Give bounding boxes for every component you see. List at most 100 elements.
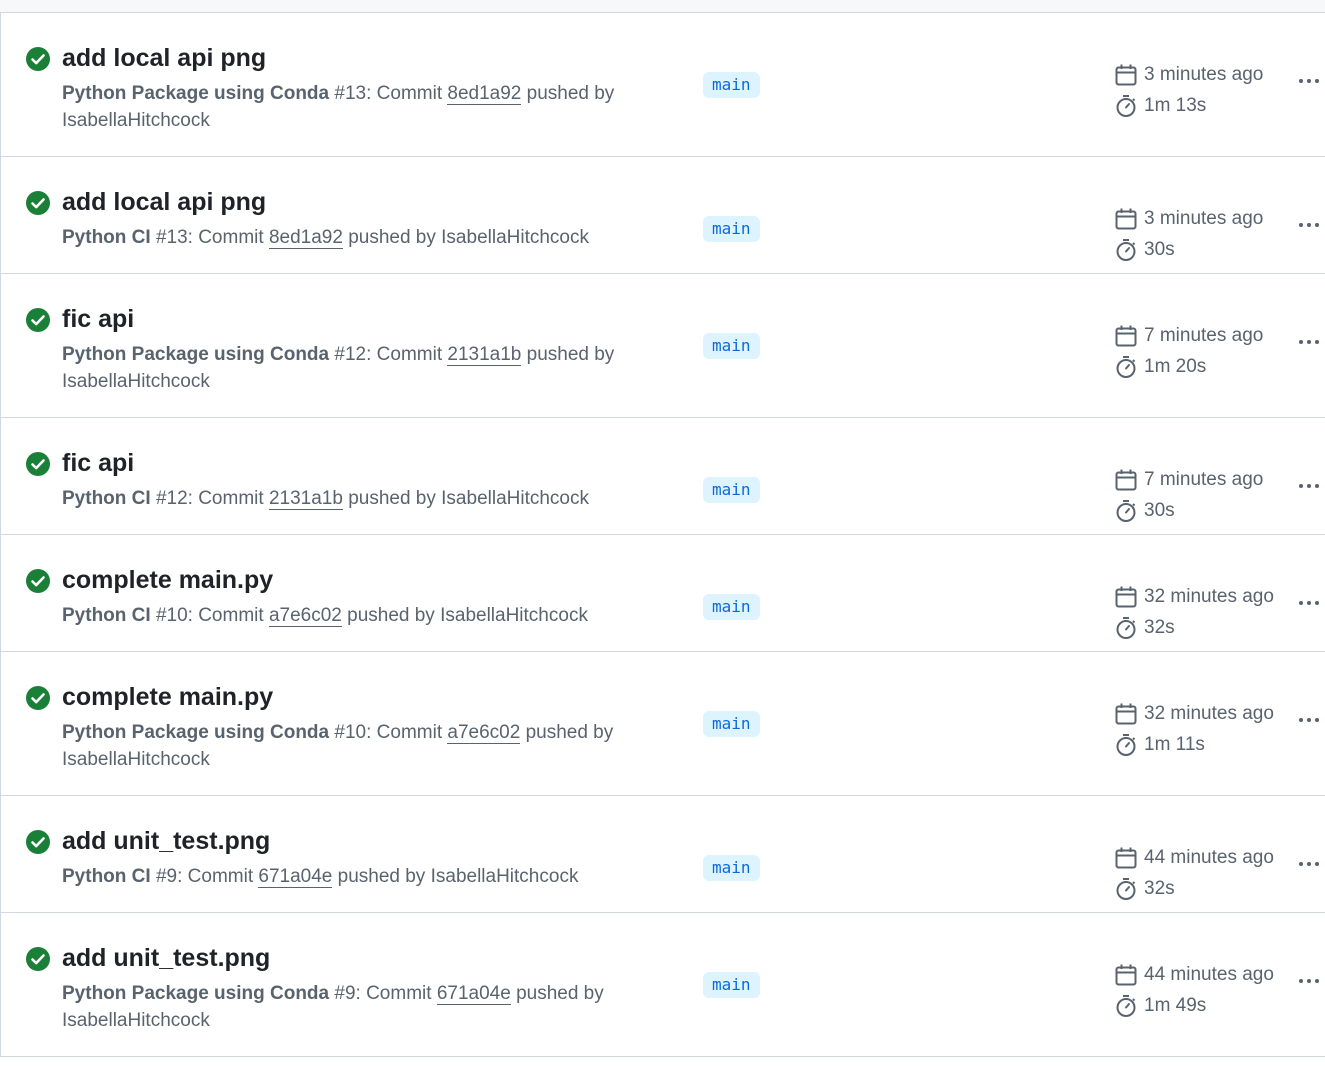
run-meta: Python CI #10: Commit a7e6c02 pushed by … xyxy=(62,602,622,629)
run-title-link[interactable]: add local api png xyxy=(62,186,266,218)
run-number: #12 xyxy=(155,488,188,509)
run-age: 3 minutes ago xyxy=(1144,207,1264,229)
commit-sha-link[interactable]: 671a04e xyxy=(258,866,333,888)
run-duration: 1m 11s xyxy=(1144,733,1205,755)
run-age: 32 minutes ago xyxy=(1144,585,1274,607)
check-circle-icon xyxy=(26,452,50,476)
commit-sha-link[interactable]: a7e6c02 xyxy=(447,722,521,744)
workflow-name: Python Package using Conda xyxy=(62,344,330,365)
stopwatch-icon xyxy=(1116,733,1136,756)
run-title-link[interactable]: complete main.py xyxy=(62,681,273,713)
run-duration: 1m 20s xyxy=(1144,355,1207,377)
actor-name: IsabellaHitchcock xyxy=(430,866,579,887)
calendar-icon xyxy=(1115,586,1137,607)
workflow-runs-list: add local api png Python Package using C… xyxy=(0,13,1325,1057)
commit-sha-link[interactable]: 8ed1a92 xyxy=(447,83,522,105)
workflow-name: Python CI xyxy=(62,488,151,509)
actor-name: IsabellaHitchcock xyxy=(441,227,589,248)
commit-label: : Commit xyxy=(366,344,443,365)
run-number: #9 xyxy=(334,983,356,1004)
branch-label[interactable]: main xyxy=(703,477,760,503)
run-timing: 44 minutes ago 1m 49s xyxy=(1114,959,1274,1021)
run-duration: 1m 13s xyxy=(1144,94,1207,116)
kebab-menu-icon[interactable] xyxy=(1299,971,1325,991)
run-title-link[interactable]: add unit_test.png xyxy=(62,825,270,857)
branch-label[interactable]: main xyxy=(703,855,760,881)
workflow-run-row[interactable]: fic api Python Package using Conda #12: … xyxy=(1,274,1325,418)
stopwatch-icon xyxy=(1116,94,1136,117)
branch-label[interactable]: main xyxy=(703,72,760,98)
stopwatch-icon xyxy=(1116,238,1136,261)
calendar-icon xyxy=(1115,208,1137,229)
run-number: #10 xyxy=(334,722,367,743)
run-timing: 32 minutes ago 32s xyxy=(1114,581,1274,643)
check-circle-icon xyxy=(26,308,50,332)
run-number: #13 xyxy=(334,83,367,104)
kebab-menu-icon[interactable] xyxy=(1299,593,1325,613)
branch-label[interactable]: main xyxy=(703,216,760,242)
workflow-run-row[interactable]: add local api png Python Package using C… xyxy=(1,13,1325,157)
branch-label[interactable]: main xyxy=(703,333,760,359)
commit-sha-link[interactable]: a7e6c02 xyxy=(268,605,342,627)
actor-name: IsabellaHitchcock xyxy=(440,605,588,626)
run-meta: Python CI #9: Commit 671a04e pushed by I… xyxy=(62,863,622,890)
run-title-link[interactable]: add unit_test.png xyxy=(62,942,270,974)
commit-sha-link[interactable]: 671a04e xyxy=(436,983,511,1005)
commit-label: : Commit xyxy=(366,722,443,743)
actor-name: IsabellaHitchcock xyxy=(441,488,589,509)
workflow-run-row[interactable]: complete main.py Python CI #10: Commit a… xyxy=(1,535,1325,652)
stopwatch-icon xyxy=(1116,499,1136,522)
commit-label: : Commit xyxy=(177,866,254,887)
pushed-by-label: pushed by xyxy=(347,605,435,626)
commit-label: : Commit xyxy=(187,605,264,626)
workflow-run-row[interactable]: complete main.py Python Package using Co… xyxy=(1,652,1325,796)
commit-sha-link[interactable]: 2131a1b xyxy=(447,344,522,366)
calendar-icon xyxy=(1115,847,1137,868)
calendar-icon xyxy=(1115,703,1137,724)
commit-sha-link[interactable]: 8ed1a92 xyxy=(268,227,343,249)
run-number: #10 xyxy=(155,605,188,626)
branch-label[interactable]: main xyxy=(703,594,760,620)
run-age: 44 minutes ago xyxy=(1144,846,1274,868)
commit-sha-link[interactable]: 2131a1b xyxy=(268,488,343,510)
stopwatch-icon xyxy=(1116,877,1136,900)
kebab-menu-icon[interactable] xyxy=(1299,710,1325,730)
actor-name: IsabellaHitchcock xyxy=(62,371,210,392)
run-timing: 3 minutes ago 30s xyxy=(1114,203,1263,265)
run-number: #13 xyxy=(155,227,188,248)
run-meta: Python Package using Conda #12: Commit 2… xyxy=(62,341,622,395)
calendar-icon xyxy=(1115,964,1137,985)
kebab-menu-icon[interactable] xyxy=(1299,332,1325,352)
run-duration: 32s xyxy=(1144,616,1175,638)
run-title-link[interactable]: add local api png xyxy=(62,42,266,74)
check-circle-icon xyxy=(26,47,50,71)
run-age: 3 minutes ago xyxy=(1144,63,1264,85)
stopwatch-icon xyxy=(1116,616,1136,639)
branch-label[interactable]: main xyxy=(703,711,760,737)
commit-label: : Commit xyxy=(187,227,264,248)
workflow-run-row[interactable]: add unit_test.png Python CI #9: Commit 6… xyxy=(1,796,1325,913)
check-circle-icon xyxy=(26,569,50,593)
run-title-link[interactable]: fic api xyxy=(62,447,134,479)
pushed-by-label: pushed by xyxy=(337,866,426,887)
pushed-by-label: pushed by xyxy=(525,722,614,743)
workflow-run-row[interactable]: fic api Python CI #12: Commit 2131a1b pu… xyxy=(1,418,1325,535)
run-title-link[interactable]: complete main.py xyxy=(62,564,273,596)
kebab-menu-icon[interactable] xyxy=(1299,854,1325,874)
workflow-run-row[interactable]: add local api png Python CI #13: Commit … xyxy=(1,157,1325,274)
workflow-run-row[interactable]: add unit_test.png Python Package using C… xyxy=(1,913,1325,1057)
run-age: 7 minutes ago xyxy=(1144,468,1264,490)
commit-label: : Commit xyxy=(366,83,443,104)
run-title-link[interactable]: fic api xyxy=(62,303,134,335)
run-timing: 32 minutes ago 1m 11s xyxy=(1114,698,1274,760)
calendar-icon xyxy=(1115,325,1137,346)
branch-label[interactable]: main xyxy=(703,972,760,998)
kebab-menu-icon[interactable] xyxy=(1299,215,1325,235)
run-number: #9 xyxy=(155,866,178,887)
pushed-by-label: pushed by xyxy=(526,344,615,365)
pushed-by-label: pushed by xyxy=(516,983,604,1004)
kebab-menu-icon[interactable] xyxy=(1299,71,1325,91)
calendar-icon xyxy=(1115,469,1137,490)
kebab-menu-icon[interactable] xyxy=(1299,476,1325,496)
workflow-name: Python CI xyxy=(62,866,151,887)
